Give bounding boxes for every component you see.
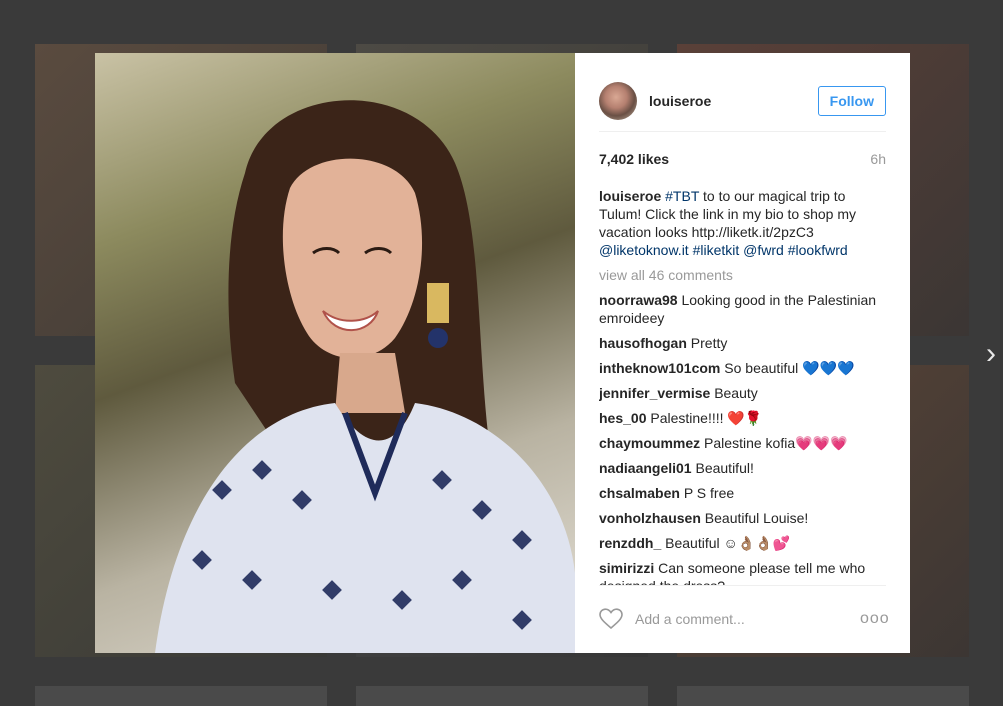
comment: chsalmaben P S free: [599, 484, 886, 502]
caption-username[interactable]: louiseroe: [599, 188, 661, 204]
comment: hausofhogan Pretty: [599, 334, 886, 352]
comment-text: P S free: [683, 485, 735, 501]
comment-username[interactable]: renzddh_: [599, 535, 661, 551]
comment-username[interactable]: vonholzhausen: [599, 510, 701, 526]
comment-username[interactable]: hausofhogan: [599, 335, 687, 351]
comment-text: Beauty: [714, 385, 758, 401]
grid-thumbnail[interactable]: [35, 686, 327, 706]
comment-text: So beautiful 💙💙💙: [724, 360, 855, 376]
post-details-panel: louiseroe Follow 7,402 likes 6h louisero…: [575, 53, 910, 653]
comment-username[interactable]: noorrawa98: [599, 292, 678, 308]
post-username[interactable]: louiseroe: [649, 93, 818, 109]
comment-username[interactable]: chsalmaben: [599, 485, 680, 501]
mention-link[interactable]: @liketoknow.it: [599, 242, 689, 258]
post-header: louiseroe Follow: [599, 71, 886, 132]
mention-link[interactable]: @fwrd: [743, 242, 784, 258]
comment: noorrawa98 Looking good in the Palestini…: [599, 291, 886, 327]
comment: intheknow101com So beautiful 💙💙💙: [599, 359, 886, 377]
grid-thumbnail[interactable]: [677, 686, 969, 706]
comment-username[interactable]: chaymoummez: [599, 435, 700, 451]
comment-text: Palestine kofia💗💗💗: [704, 435, 848, 451]
avatar[interactable]: [599, 82, 637, 120]
hashtag-link[interactable]: #liketkit: [693, 242, 740, 258]
comment-username[interactable]: hes_00: [599, 410, 646, 426]
comment: hes_00 Palestine!!!! ❤️🌹: [599, 409, 886, 427]
view-all-comments-link[interactable]: view all 46 comments: [599, 266, 886, 284]
comment-text: Beautiful Louise!: [704, 510, 809, 526]
post-photo: [95, 53, 575, 653]
comment-username[interactable]: simirizzi: [599, 560, 654, 576]
comment: simirizzi Can someone please tell me who…: [599, 559, 886, 585]
comment: renzddh_ Beautiful ☺👌🏽👌🏽💕: [599, 534, 886, 552]
add-comment-input[interactable]: [635, 611, 860, 627]
more-options-icon[interactable]: ooo: [860, 610, 889, 628]
grid-thumbnail[interactable]: [356, 686, 648, 706]
likes-count[interactable]: 7,402 likes: [599, 151, 669, 167]
comment-text: Beautiful!: [695, 460, 754, 476]
comment-text: Pretty: [690, 335, 728, 351]
comment-username[interactable]: intheknow101com: [599, 360, 720, 376]
comment: vonholzhausen Beautiful Louise!: [599, 509, 886, 527]
next-arrow-icon[interactable]: ›: [978, 338, 1003, 370]
hashtag-link[interactable]: #TBT: [665, 188, 699, 204]
follow-button[interactable]: Follow: [817, 86, 886, 116]
post-photo-illustration: [155, 100, 575, 653]
comment: nadiaangeli01 Beautiful!: [599, 459, 886, 477]
comment-text: Palestine!!!! ❤️🌹: [650, 410, 763, 426]
heart-icon[interactable]: [599, 608, 623, 630]
hashtag-link[interactable]: #lookfwrd: [788, 242, 848, 258]
comment: jennifer_vermise Beauty: [599, 384, 886, 402]
caption: louiseroe #TBT to to our magical trip to…: [599, 187, 886, 259]
post-timestamp[interactable]: 6h: [870, 151, 886, 167]
comment-username[interactable]: jennifer_vermise: [599, 385, 710, 401]
post-stats: 7,402 likes 6h: [599, 151, 886, 167]
comment: chaymoummez Palestine kofia💗💗💗: [599, 434, 886, 452]
post-modal: louiseroe Follow 7,402 likes 6h louisero…: [95, 53, 910, 653]
comment-footer: ooo: [599, 605, 889, 633]
comments-list[interactable]: louiseroe #TBT to to our magical trip to…: [599, 187, 886, 586]
comment-text: Beautiful ☺👌🏽👌🏽💕: [665, 535, 791, 551]
comment-username[interactable]: nadiaangeli01: [599, 460, 692, 476]
